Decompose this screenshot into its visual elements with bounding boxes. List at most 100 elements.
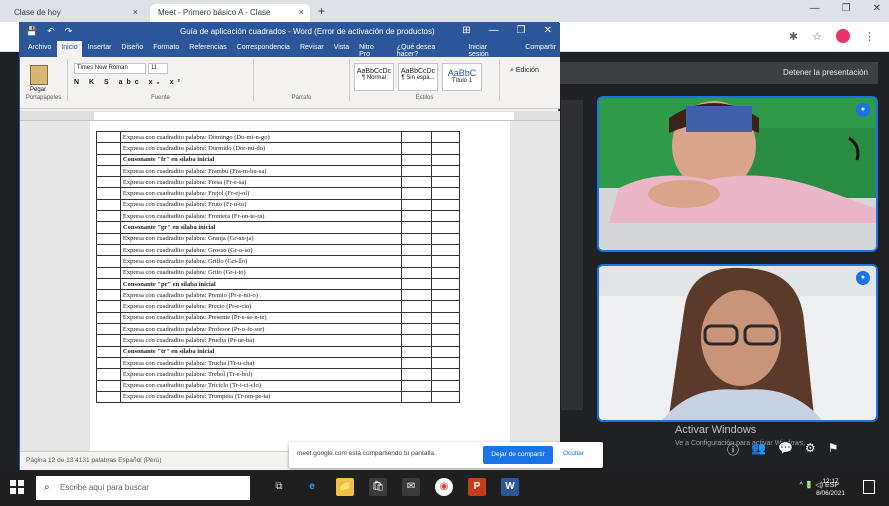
- notification-center-icon[interactable]: [863, 480, 875, 494]
- windows-start-icon[interactable]: [10, 480, 24, 494]
- table-cell-text[interactable]: Consonante "fr" en sílaba inicial: [119, 153, 403, 166]
- table-cell[interactable]: [431, 221, 460, 234]
- editing-button[interactable]: ⌕ Edición: [510, 67, 539, 75]
- sign-in-link[interactable]: Iniciar sesión: [464, 41, 513, 58]
- table-cell-text[interactable]: Expresa con cuadradito palabra: Domingo …: [119, 130, 403, 144]
- table-cell[interactable]: [96, 300, 121, 313]
- table-cell[interactable]: [431, 289, 460, 302]
- table-cell[interactable]: [401, 323, 433, 336]
- table-cell-text[interactable]: Expresa con cuadradito palabra: Trompeta…: [119, 390, 403, 404]
- close-window-icon[interactable]: ✕: [873, 3, 881, 14]
- table-cell[interactable]: [96, 356, 121, 370]
- chat-icon[interactable]: 💬: [778, 441, 793, 458]
- table-cell[interactable]: [431, 368, 460, 381]
- close-tab-icon[interactable]: ×: [299, 7, 304, 17]
- format-buttons[interactable]: N K S abc x₂ x²: [74, 79, 184, 86]
- table-cell[interactable]: [96, 153, 121, 166]
- table-cell[interactable]: [401, 390, 433, 404]
- table-cell[interactable]: [401, 164, 433, 178]
- table-cell[interactable]: [96, 232, 121, 245]
- participant-tile-student[interactable]: ●: [597, 96, 878, 252]
- tab-diseno[interactable]: Diseño: [117, 41, 147, 57]
- table-cell[interactable]: [431, 176, 460, 189]
- table-cell-text[interactable]: Expresa con cuadradito palabra: Frontera…: [119, 210, 403, 223]
- table-cell-text[interactable]: Expresa con cuadradito palabra: Frejol (…: [119, 187, 403, 200]
- task-view-icon[interactable]: ⧉: [270, 478, 288, 496]
- menu-kebab-icon[interactable]: ⋮: [864, 30, 875, 43]
- table-cell[interactable]: [401, 210, 433, 223]
- table-cell[interactable]: [431, 390, 460, 404]
- table-cell-text[interactable]: Expresa con cuadradito palabra: Prueba (…: [119, 334, 403, 347]
- tab-vista[interactable]: Vista: [330, 41, 353, 57]
- edge-icon[interactable]: e: [303, 478, 321, 496]
- table-cell[interactable]: [96, 266, 121, 279]
- share-button[interactable]: Compartir: [521, 41, 560, 57]
- save-icon[interactable]: 💾: [26, 26, 37, 37]
- table-cell[interactable]: [401, 232, 433, 245]
- table-cell[interactable]: [431, 356, 460, 370]
- powerpoint-icon[interactable]: P: [468, 478, 486, 496]
- store-icon[interactable]: 🛍: [369, 478, 387, 496]
- table-cell-text[interactable]: Expresa con cuadradito palabra: Dormido …: [119, 142, 403, 155]
- stop-presenting-banner[interactable]: Detener la presentación: [560, 62, 878, 84]
- table-cell-text[interactable]: Expresa con cuadradito palabra: Presente…: [119, 311, 403, 325]
- table-cell-text[interactable]: Consonante "pr" en sílaba inicial: [119, 277, 403, 291]
- tab-correspondencia[interactable]: Correspondencia: [233, 41, 294, 57]
- table-cell[interactable]: [96, 243, 121, 257]
- table-cell[interactable]: [96, 390, 121, 404]
- table-cell[interactable]: [431, 210, 460, 223]
- table-cell-text[interactable]: Expresa con cuadradito palabra: Trucha (…: [119, 356, 403, 370]
- new-tab-button[interactable]: +: [318, 4, 325, 18]
- maximize-icon[interactable]: ❐: [842, 3, 851, 14]
- extension-icon[interactable]: ✱: [789, 30, 798, 43]
- tab-nitro-pro[interactable]: Nitro Pro: [355, 41, 391, 58]
- paste-icon[interactable]: [30, 65, 48, 85]
- table-cell[interactable]: [401, 153, 433, 166]
- table-cell[interactable]: [96, 289, 121, 302]
- table-cell[interactable]: [401, 142, 433, 155]
- table-cell[interactable]: [96, 368, 121, 381]
- table-cell[interactable]: [401, 130, 433, 144]
- table-cell-text[interactable]: Expresa con cuadradito palabra: Frambu (…: [119, 164, 403, 178]
- table-cell[interactable]: [96, 345, 121, 358]
- table-cell[interactable]: [401, 379, 433, 392]
- tab-revisar[interactable]: Revisar: [296, 41, 328, 57]
- table-cell-text[interactable]: Expresa con cuadradito palabra: Granja (…: [119, 232, 403, 245]
- hide-notice-button[interactable]: Ocultar: [563, 450, 584, 457]
- table-cell[interactable]: [401, 334, 433, 347]
- tab-archivo[interactable]: Archivo: [24, 41, 55, 57]
- table-cell[interactable]: [96, 142, 121, 155]
- table-cell-text[interactable]: Expresa con cuadradito palabra: Grillo (…: [119, 255, 403, 268]
- table-cell[interactable]: [431, 130, 460, 144]
- safety-icon[interactable]: ⚑: [828, 441, 839, 458]
- table-cell[interactable]: [96, 210, 121, 223]
- mail-icon[interactable]: ✉: [402, 478, 420, 496]
- table-cell[interactable]: [431, 266, 460, 279]
- table-cell[interactable]: [96, 323, 121, 336]
- file-explorer-icon[interactable]: 📁: [336, 478, 354, 496]
- maximize-icon[interactable]: ❐: [517, 25, 526, 36]
- tab-formato[interactable]: Formato: [149, 41, 183, 57]
- tab-inicio[interactable]: Inicio: [57, 41, 82, 57]
- table-cell-text[interactable]: Expresa con cuadradito palabra: Trebol (…: [119, 368, 403, 381]
- table-cell-text[interactable]: Expresa con cuadradito palabra: Triciclo…: [119, 379, 403, 392]
- table-cell-text[interactable]: Consonante "gr" en sílaba inicial: [119, 221, 403, 234]
- table-cell[interactable]: [96, 187, 121, 200]
- table-cell[interactable]: [431, 232, 460, 245]
- table-cell-text[interactable]: Expresa con cuadradito palabra: Premio (…: [119, 289, 403, 302]
- table-cell[interactable]: [431, 164, 460, 178]
- people-icon[interactable]: 👥: [751, 441, 766, 458]
- table-cell[interactable]: [401, 368, 433, 381]
- redo-icon[interactable]: ↷: [65, 26, 73, 37]
- table-cell[interactable]: [431, 277, 460, 291]
- table-cell[interactable]: [401, 176, 433, 189]
- table-cell[interactable]: [401, 311, 433, 325]
- taskbar-search[interactable]: ⌕ Escribe aquí para buscar: [36, 476, 250, 500]
- table-cell[interactable]: [96, 164, 121, 178]
- table-cell-text[interactable]: Expresa con cuadradito palabra: Grosso (…: [119, 243, 403, 257]
- undo-icon[interactable]: ↶: [47, 26, 55, 37]
- word-icon[interactable]: W: [501, 478, 519, 496]
- table-cell[interactable]: [96, 176, 121, 189]
- table-cell[interactable]: [431, 323, 460, 336]
- taskbar-clock[interactable]: 12:17 8/06/2021: [816, 476, 845, 500]
